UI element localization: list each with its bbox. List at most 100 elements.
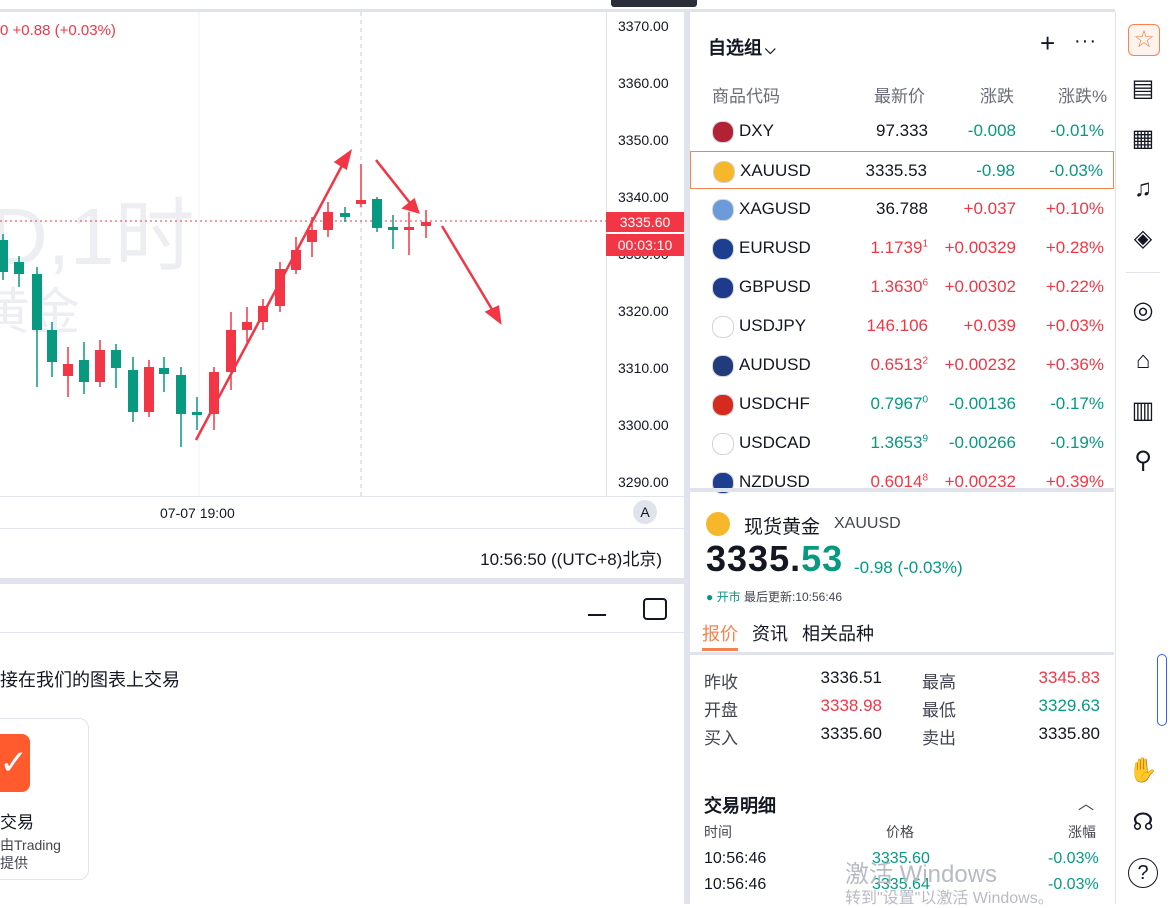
row-symbol: USDCAD: [739, 433, 811, 452]
row-last-value: 1.1739: [870, 238, 923, 257]
candle-body: [388, 227, 398, 230]
flag-gold-icon: [713, 161, 735, 183]
candle-body: [63, 364, 73, 376]
candle-body: [307, 230, 317, 242]
calendar-icon[interactable]: ▦: [1128, 124, 1158, 154]
candlestick-svg[interactable]: [0, 12, 606, 496]
row-last-value: 36.788: [876, 199, 928, 218]
row-last-value: 1.3653: [870, 433, 923, 452]
col-header-change[interactable]: 涨跌: [980, 82, 1014, 107]
flag-jp-icon: [712, 316, 734, 338]
table-icon[interactable]: ▥: [1128, 396, 1158, 426]
row-change: +0.00302: [944, 277, 1016, 296]
up-arrowhead: [333, 149, 353, 170]
detail-change: -0.98 (-0.03%): [854, 558, 963, 577]
timezone-clock[interactable]: 10:56:50 ((UTC+8)北京): [480, 545, 662, 570]
detail-code: XAUUSD: [834, 515, 901, 532]
watchlist-row-xagusd[interactable]: XAGUSD 36.788 +0.037 +0.10%: [690, 190, 1114, 228]
row-symbol: EURUSD: [739, 238, 811, 257]
row-last-sup: 8: [922, 472, 928, 484]
tab-related[interactable]: 相关品种: [802, 620, 874, 646]
row-last-value: 1.3630: [870, 277, 923, 296]
row-symbol: GBPUSD: [739, 277, 811, 296]
candle-body: [111, 350, 121, 368]
quote-label: 昨收: [704, 673, 738, 692]
broker-card-sub1: 由Trading: [0, 837, 61, 853]
trade-time: 10:56:46: [704, 876, 767, 893]
watchlist-title[interactable]: 自选组 ⌵: [708, 34, 776, 60]
handshake-icon[interactable]: ✋: [1128, 756, 1158, 786]
detail-price-dec: 53: [801, 538, 844, 579]
watchlist-row-eurusd[interactable]: EURUSD 1.17391 +0.00329 +0.28%: [690, 229, 1114, 267]
education-icon[interactable]: ⌂: [1128, 346, 1158, 376]
price-axis-label: 3320.00: [618, 303, 669, 319]
top-thumbnail: [611, 0, 697, 7]
row-last-value: 3335.53: [865, 161, 927, 180]
flag-au-icon: [712, 355, 734, 377]
row-last-price: 1.36539: [870, 433, 928, 453]
minimize-panel-button[interactable]: [588, 614, 606, 616]
row-change: +0.037: [963, 199, 1016, 218]
watchlist-row-usdjpy[interactable]: USDJPY 146.106 +0.039 +0.03%: [690, 307, 1114, 345]
collapse-trades-icon[interactable]: ︿: [1078, 790, 1094, 814]
trade-time: 10:56:46: [704, 850, 767, 867]
candle-body: [79, 360, 89, 382]
price-axis-label: 3340.00: [618, 189, 669, 205]
help-icon[interactable]: ?: [1128, 858, 1158, 888]
flag-us-icon: [712, 121, 734, 143]
tab-news[interactable]: 资讯: [752, 620, 788, 646]
support-headset-icon[interactable]: ☊: [1128, 808, 1158, 838]
detail-price: 3335.53: [706, 538, 843, 580]
current-price-label: 3335.60: [606, 212, 684, 232]
watchlist-row-xauusd[interactable]: XAUUSD 3335.53 -0.98 -0.03%: [690, 151, 1114, 189]
col-header-change-pct[interactable]: 涨跌%: [1058, 82, 1107, 107]
time-axis[interactable]: 07-07 19:00: [0, 496, 684, 529]
candle-body: [47, 330, 57, 362]
watchlist-icon[interactable]: ☆: [1128, 24, 1160, 56]
col-header-symbol[interactable]: 商品代码: [712, 82, 780, 107]
quote-value: 3338.98: [820, 696, 882, 715]
row-change-pct: +0.10%: [1045, 199, 1104, 218]
row-change: +0.00329: [944, 238, 1016, 257]
add-symbol-icon[interactable]: +: [1040, 28, 1055, 59]
trading-panel-header: [0, 584, 684, 633]
strategy-icon[interactable]: ⚲: [1128, 446, 1158, 476]
more-options-icon[interactable]: ···: [1074, 30, 1097, 53]
row-last-price: 1.36306: [870, 277, 928, 297]
price-axis-label: 3360.00: [618, 75, 669, 91]
flag-ca-icon: [712, 433, 734, 455]
trend-arrows: [194, 149, 502, 441]
candle-body: [0, 240, 8, 272]
trades-col-time: 时间: [704, 824, 732, 840]
row-change-pct: -0.19%: [1050, 433, 1104, 452]
target-icon[interactable]: ◎: [1128, 296, 1158, 326]
watchlist-title-text: 自选组: [708, 38, 762, 58]
candle-body: [144, 367, 154, 412]
trading-panel: 接在我们的图表上交易 ✓ 交易 由Trading 提供: [0, 584, 684, 904]
watchlist-row-gbpusd[interactable]: GBPUSD 1.36306 +0.00302 +0.22%: [690, 268, 1114, 306]
row-change: -0.98: [976, 161, 1015, 180]
row-change-pct: +0.03%: [1045, 316, 1104, 335]
candle-body: [192, 412, 202, 415]
row-change-pct: +0.28%: [1045, 238, 1104, 257]
alert-bell-icon[interactable]: ♫: [1128, 174, 1158, 204]
details-icon[interactable]: ▤: [1128, 74, 1158, 104]
watchlist-row-usdcad[interactable]: USDCAD 1.36539 -0.00266 -0.19%: [690, 424, 1114, 462]
tab-quote[interactable]: 报价: [702, 620, 738, 646]
auto-scale-button[interactable]: A: [633, 500, 657, 524]
maximize-panel-button[interactable]: [643, 598, 667, 620]
watchlist-row-audusd[interactable]: AUDUSD 0.65132 +0.00232 +0.36%: [690, 346, 1114, 384]
candle-body: [128, 370, 138, 412]
quote-value: 3329.63: [1038, 696, 1100, 715]
market-status: ● 开市 最后更新:10:56:46: [706, 588, 842, 605]
candle-body: [356, 200, 366, 204]
price-chart[interactable]: D,1时 黄金 0 +0.88 (+0.03%) 3370.003360.003…: [0, 12, 684, 528]
row-last-price: 3335.53: [866, 161, 927, 181]
toolbar-scrollbar[interactable]: [1157, 654, 1167, 726]
watchlist-row-usdchf[interactable]: USDCHF 0.79670 -0.00136 -0.17%: [690, 385, 1114, 423]
col-header-last[interactable]: 最新价: [874, 82, 925, 107]
broker-logo-icon: ✓: [0, 734, 30, 792]
row-last-value: 146.106: [866, 316, 928, 335]
watchlist-row-dxy[interactable]: DXY 97.333 -0.008 -0.01%: [690, 112, 1114, 150]
layers-icon[interactable]: ◈: [1128, 224, 1158, 254]
